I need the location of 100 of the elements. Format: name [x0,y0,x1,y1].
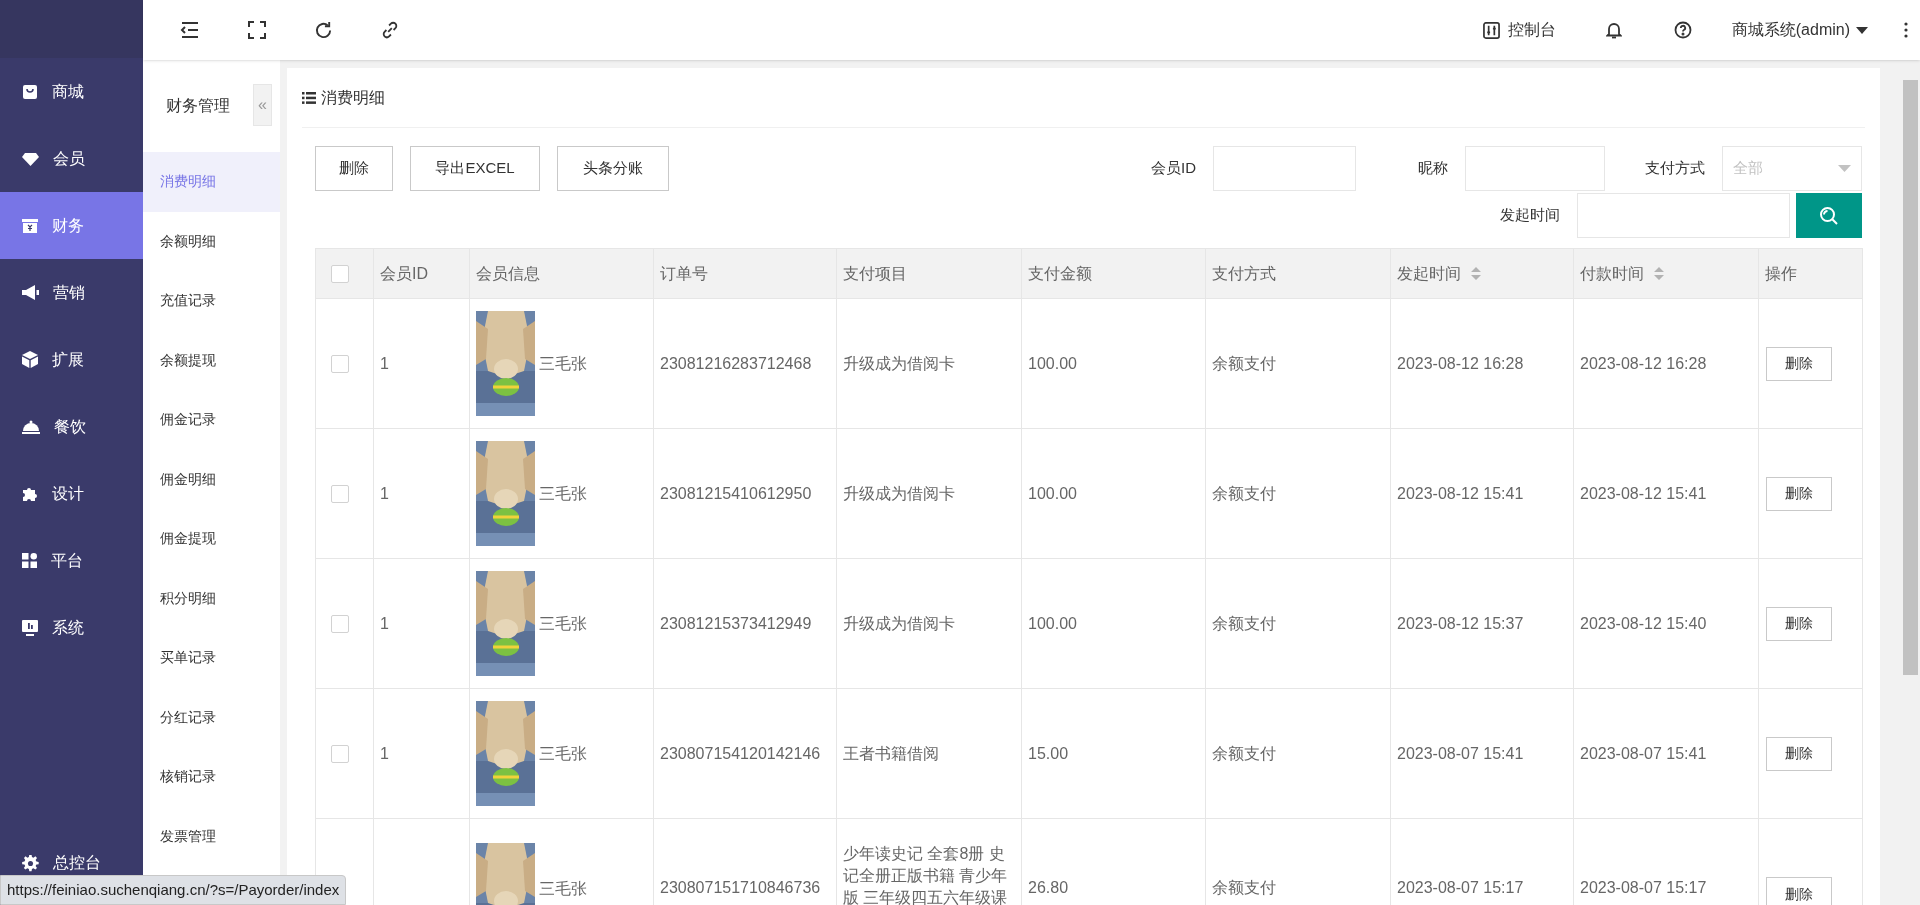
checkbox[interactable] [331,744,349,763]
table-cell-text: 余额支付 [1212,878,1277,898]
table-cell-text: 100.00 [1028,353,1078,374]
table-cell: 1 [380,484,389,502]
status-url-tooltip: https://feiniao.suchenqiang.cn/?s=/Payorder/index [0,875,347,905]
puzzle-icon [22,485,38,502]
sidebar-item[interactable]: 总控台 [0,852,143,874]
gear-icon [22,854,39,872]
sidebar-item[interactable]: 财务 [0,192,143,259]
table-cell-text: 23081215410612950 [660,483,813,504]
scrollbar-thumb[interactable] [1902,80,1918,675]
panel-title: 消费明细 [321,87,385,108]
help-icon[interactable] [1673,21,1692,39]
caret-icon [1838,165,1851,172]
gem-icon [22,151,39,166]
delete-button[interactable]: 删除 [1766,877,1832,905]
table-cell-text: 230807151710846736 [660,878,822,898]
table-cell-text: 2023-08-07 15:17 [1397,878,1525,898]
cube-icon [22,351,38,368]
table-cell-text: 余额支付 [1212,613,1277,634]
bag-icon [22,83,38,100]
input-field[interactable] [1465,146,1605,191]
table-cell-text: 2023-08-12 15:37 [1397,613,1525,634]
table-cell-text: 2023-08-12 15:41 [1397,483,1525,504]
table-cell-text: 余额支付 [1212,483,1277,504]
table-cell: 1 [380,744,389,762]
member-name: 三毛张 [539,613,587,634]
table-cell-text: 少年读史记 全套8册 史记全册正版书籍 青少年版 三年级四五六年级课 [843,844,1009,905]
toolbar-button[interactable]: 导出EXCEL [410,146,540,191]
column-header: 发起时间 [1390,248,1574,299]
toolbar-button[interactable]: 删除 [315,146,393,191]
caret-icon [1856,26,1868,34]
delete-button[interactable]: 删除 [1766,476,1832,511]
member-name: 三毛张 [539,743,587,764]
column-header: 会员信息 [469,248,654,299]
sort-icon[interactable] [1654,267,1664,280]
filter-label: 昵称 [1418,158,1448,179]
column-header: 会员ID [373,248,470,299]
table-cell-text: 23081215373412949 [660,613,813,634]
checkbox[interactable] [331,484,349,503]
table-cell-text: 100.00 [1028,483,1078,504]
filter-label: 支付方式 [1645,158,1705,179]
link-icon[interactable] [381,21,399,39]
table-cell-text: 升级成为借阅卡 [843,483,956,504]
megaphone-icon [22,285,39,300]
user-menu[interactable]: 商城系统(admin) [1731,18,1868,42]
column-header: 操作 [1758,248,1863,299]
fullscreen-icon[interactable] [248,21,266,39]
member-name: 三毛张 [539,483,587,504]
table-cell-text: 余额支付 [1212,353,1277,374]
checkbox[interactable] [331,264,349,283]
table-cell-text: 2023-08-12 16:28 [1580,353,1708,374]
table-cell-text: 230807154120142146 [660,743,822,764]
delete-button[interactable]: 删除 [1766,606,1832,641]
checkbox[interactable] [331,354,349,373]
member-name: 三毛张 [539,879,587,899]
table-cell-text: 2023-08-12 15:41 [1580,483,1708,504]
submenu-title: 财务管理 [166,96,230,116]
member-name: 三毛张 [539,353,587,374]
table-cell-text: 王者书籍借阅 [843,743,940,764]
table-cell-text: 2023-08-07 15:41 [1397,743,1525,764]
monitor-icon [22,619,38,636]
column-header: 支付方式 [1205,248,1391,299]
sliders-icon [1482,21,1500,39]
submenu-item[interactable]: 消费明细 [143,152,280,212]
table-cell-text: 升级成为借阅卡 [843,353,956,374]
toolbar-button[interactable]: 头条分账 [557,146,669,191]
column-header: 付款时间 [1573,248,1759,299]
refresh-icon[interactable] [314,20,333,40]
delete-button[interactable]: 删除 [1766,346,1832,381]
table-cell-text: 100.00 [1028,613,1078,634]
input-field[interactable] [1213,146,1356,191]
table-cell-text: 26.80 [1028,878,1070,898]
filter-label: 会员ID [1151,158,1196,179]
sort-icon[interactable] [1471,267,1481,280]
cloche-icon [22,419,40,434]
table-cell-text: 15.00 [1028,743,1070,764]
table-cell-text: 余额支付 [1212,743,1277,764]
table-cell-text: 2023-08-07 15:41 [1580,743,1708,764]
console-button[interactable]: 控制台 [1482,18,1556,42]
column-header: 支付金额 [1021,248,1206,299]
column-header: 订单号 [653,248,837,299]
bell-icon[interactable] [1605,21,1622,39]
delete-button[interactable]: 删除 [1766,736,1832,771]
wallet-icon [22,217,38,234]
search-icon [1819,205,1839,226]
table-cell: 1 [380,614,389,632]
input-field[interactable] [1577,193,1790,238]
table-cell-text: 2023-08-12 15:40 [1580,613,1708,634]
menu-fold-icon[interactable] [180,21,200,39]
table-cell-text: 升级成为借阅卡 [843,613,956,634]
checkbox[interactable] [331,614,349,633]
table-cell-text: 2023-08-12 16:28 [1397,353,1525,374]
search-button[interactable] [1796,193,1862,238]
table-cell: 1 [380,354,389,372]
more-icon[interactable] [1904,22,1908,38]
list-icon [302,91,316,104]
table-cell-text: 2023-08-07 15:17 [1580,878,1708,898]
grid-icon [22,553,37,568]
table-cell-text: 23081216283712468 [660,353,813,374]
